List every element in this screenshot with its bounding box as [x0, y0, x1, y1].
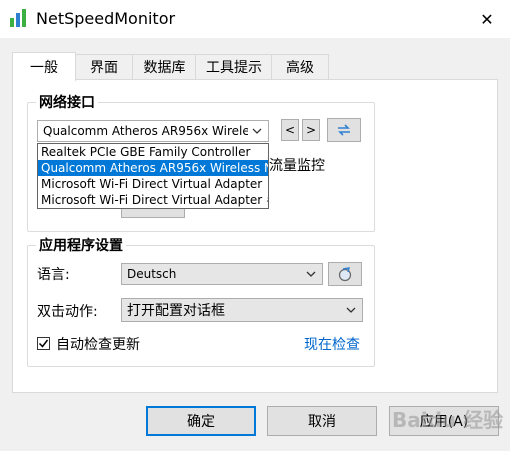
- app-icon: [10, 9, 26, 27]
- dropdown-option[interactable]: Microsoft Wi-Fi Direct Virtual Adapter #…: [38, 192, 268, 208]
- dropdown-option-selected[interactable]: Qualcomm Atheros AR956x Wireless Network…: [38, 160, 268, 176]
- next-interface-button[interactable]: >: [302, 119, 320, 141]
- interface-select-value: Qualcomm Atheros AR956x Wireless Network…: [43, 124, 248, 138]
- prev-interface-button[interactable]: <: [281, 119, 299, 141]
- check-now-link[interactable]: 现在检查: [304, 334, 360, 354]
- swap-interface-button[interactable]: [327, 118, 361, 142]
- doubleclick-select-value: 打开配置对话框: [127, 303, 225, 319]
- close-icon: ✕: [480, 9, 494, 29]
- language-select[interactable]: Deutsch: [121, 263, 323, 285]
- tab-tooltip[interactable]: 工具提示: [195, 54, 273, 79]
- interface-dropdown-list: Realtek PCIe GBE Family Controller Qualc…: [37, 143, 269, 209]
- language-label: 语言:: [37, 267, 70, 283]
- interface-select[interactable]: Qualcomm Atheros AR956x Wireless Network…: [37, 120, 269, 142]
- app-settings-title: 应用程序设置: [36, 235, 126, 255]
- tab-interface[interactable]: 界面: [74, 54, 134, 79]
- doubleclick-select[interactable]: 打开配置对话框: [121, 298, 363, 322]
- tab-database[interactable]: 数据库: [132, 54, 197, 79]
- cancel-button[interactable]: 取消: [267, 406, 377, 436]
- language-action-button[interactable]: [328, 262, 362, 286]
- ok-button[interactable]: 确定: [146, 406, 256, 436]
- tab-panel-general: 网络接口 Qualcomm Atheros AR956x Wireless Ne…: [12, 79, 498, 393]
- auto-check-checkbox[interactable]: [37, 337, 50, 350]
- title-bar: NetSpeedMonitor ✕: [0, 0, 510, 38]
- traffic-monitor-label: 流量监控: [269, 158, 325, 174]
- window-title: NetSpeedMonitor: [36, 9, 176, 28]
- chevron-down-icon: [306, 271, 316, 277]
- chevron-down-icon: [346, 307, 356, 313]
- language-select-value: Deutsch: [127, 267, 177, 281]
- tab-strip: 一般 界面 数据库 工具提示 高级: [12, 52, 498, 81]
- tab-general[interactable]: 一般: [12, 52, 76, 81]
- auto-check-label: 自动检查更新: [56, 337, 140, 353]
- tab-advanced[interactable]: 高级: [271, 54, 329, 79]
- check-icon: [38, 339, 49, 348]
- watermark: Baidu 经验: [392, 408, 504, 432]
- chevron-down-icon: [252, 128, 262, 134]
- network-group-title: 网络接口: [36, 92, 98, 112]
- close-button[interactable]: ✕: [470, 4, 504, 34]
- globe-icon: [338, 267, 352, 282]
- dropdown-option[interactable]: Microsoft Wi-Fi Direct Virtual Adapter: [38, 176, 268, 192]
- swap-icon: [338, 124, 350, 136]
- doubleclick-label: 双击动作:: [37, 304, 98, 320]
- dropdown-option[interactable]: Realtek PCIe GBE Family Controller: [38, 144, 268, 160]
